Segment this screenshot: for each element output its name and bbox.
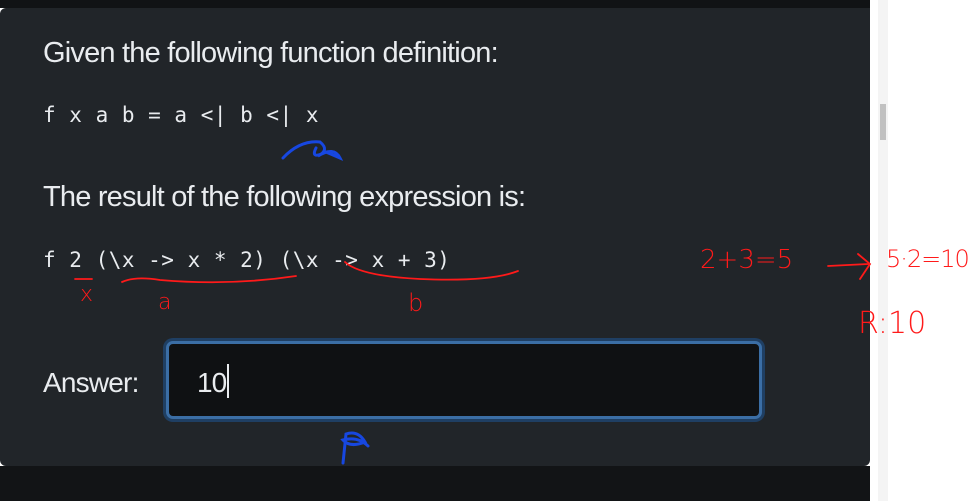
annotation-b: b bbox=[408, 289, 424, 317]
annotation-result: R:10 bbox=[858, 306, 927, 341]
annotation-step-1: 2+3=5 bbox=[700, 245, 794, 275]
annotation-step-2: 5·2=10 bbox=[886, 245, 970, 273]
text-caret bbox=[227, 364, 230, 398]
answer-label: Answer: bbox=[43, 367, 139, 398]
prompt-expression: The result of the following expression i… bbox=[43, 181, 526, 213]
bottom-bar bbox=[0, 466, 870, 501]
prompt-function-definition: Given the following function definition: bbox=[43, 37, 499, 69]
answer-input[interactable]: 10 bbox=[166, 341, 762, 419]
annotation-x: x bbox=[80, 282, 94, 307]
scrollbar-thumb[interactable] bbox=[880, 104, 886, 140]
annotation-a: a bbox=[158, 290, 172, 315]
expression-code: f 2 (\x -> x * 2) (\x -> x + 3) bbox=[43, 248, 451, 272]
function-definition-code: f x a b = a <| b <| x bbox=[43, 103, 320, 127]
top-bar bbox=[0, 0, 870, 8]
answer-value: 10 bbox=[197, 367, 227, 398]
